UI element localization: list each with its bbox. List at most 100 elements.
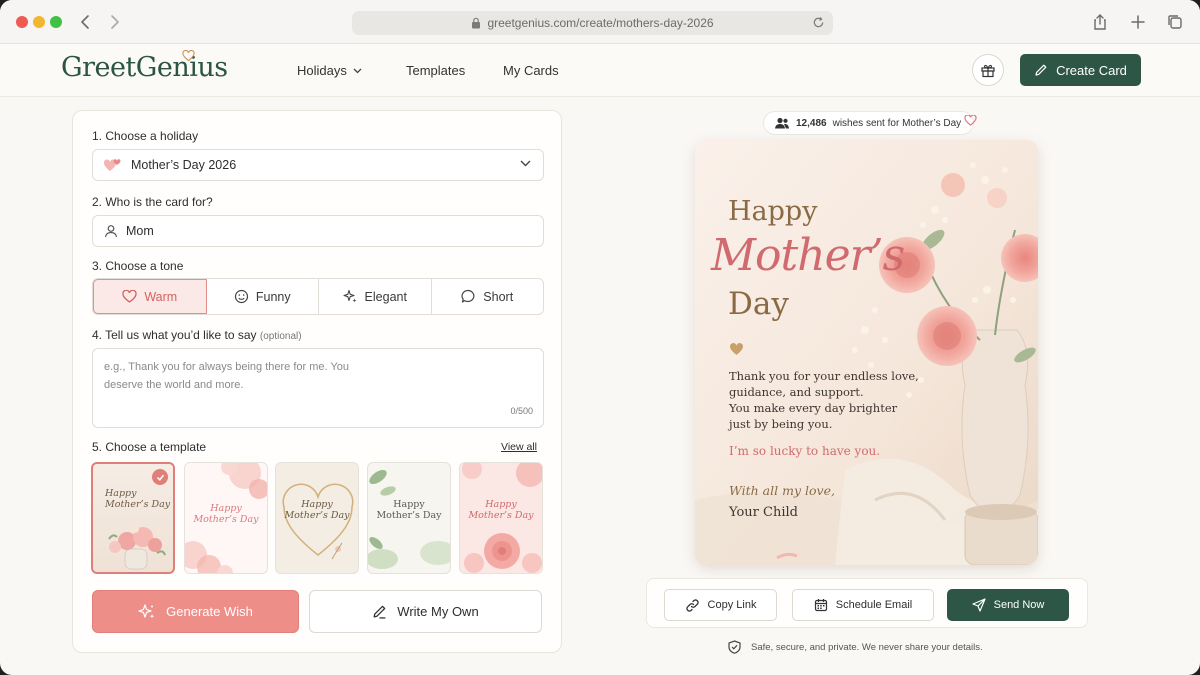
step5-label: 5. Choose a template — [92, 440, 207, 454]
back-arrow-icon[interactable] — [76, 12, 96, 32]
forward-arrow-icon[interactable] — [104, 12, 124, 32]
message-placeholder-line2: deserve the world and more. — [104, 379, 244, 391]
nav-my-cards-label: My Cards — [503, 63, 559, 78]
template-thumbnail[interactable]: Happy Mother’s Day — [184, 462, 268, 574]
create-card-button[interactable]: Create Card — [1020, 54, 1141, 86]
card-closing: With all my love, — [729, 483, 835, 498]
tone-short-button[interactable]: Short — [432, 279, 544, 314]
chevron-down-icon — [520, 160, 531, 167]
tone-elegant-label: Elegant — [364, 289, 407, 304]
send-now-button[interactable]: Send Now — [947, 589, 1069, 621]
generate-wish-button[interactable]: Generate Wish — [92, 590, 299, 633]
card-message-line4: just by being you. — [729, 417, 833, 431]
shield-check-icon — [728, 640, 741, 654]
generate-wish-label: Generate Wish — [166, 604, 253, 619]
template-thumbnail[interactable]: Happy Mother’s Day — [275, 462, 359, 574]
share-actions-bar: Copy Link Schedule Email Send Now — [646, 578, 1088, 628]
pencil-icon — [373, 605, 386, 619]
step4-label-text: 4. Tell us what you’d like to say — [92, 328, 257, 342]
gold-heart-icon — [730, 343, 743, 355]
card-message: Thank you for your endless love, guidanc… — [729, 368, 919, 432]
template-line1: Happy — [393, 499, 425, 510]
people-icon — [775, 117, 789, 129]
char-counter: 0/500 — [510, 406, 533, 416]
nav-templates[interactable]: Templates — [406, 63, 465, 78]
view-all-templates-link[interactable]: View all — [501, 441, 537, 453]
selected-check-icon — [152, 469, 168, 485]
step2-label: 2. Who is the card for? — [92, 195, 213, 209]
card-title-day: Day — [728, 286, 789, 322]
template-line2: Mother’s Day — [105, 499, 171, 510]
template-line1: Happy — [105, 488, 137, 499]
recipient-input[interactable]: Mom — [92, 215, 544, 247]
link-icon — [685, 598, 699, 612]
template-gallery: Happy Mother’s Day Happy Mother’s Day Ha… — [91, 462, 544, 574]
create-card-label: Create Card — [1056, 62, 1127, 78]
wishes-count: 12,486 — [796, 117, 827, 129]
write-my-own-button[interactable]: Write My Own — [309, 590, 542, 633]
chat-bubble-icon — [461, 289, 475, 303]
logo[interactable]: GreetGenius — [61, 52, 228, 83]
tone-funny-button[interactable]: Funny — [207, 279, 319, 314]
nav-my-cards[interactable]: My Cards — [503, 63, 559, 78]
tone-selector: Warm Funny Elegant Short — [92, 278, 544, 315]
write-my-own-label: Write My Own — [397, 604, 479, 619]
wishes-text: wishes sent for Mother’s Day — [832, 117, 962, 129]
logo-text-greet: Greet — [61, 52, 136, 83]
schedule-email-button[interactable]: Schedule Email — [792, 589, 934, 621]
holiday-select[interactable]: Mother’s Day 2026 — [92, 149, 544, 181]
hearts-icon — [103, 159, 121, 171]
privacy-note-text: Safe, secure, and private. We never shar… — [751, 641, 983, 653]
close-window-button[interactable] — [16, 16, 28, 28]
step1-label: 1. Choose a holiday — [92, 129, 199, 143]
gift-button[interactable] — [972, 54, 1004, 86]
gift-icon — [981, 64, 995, 78]
address-bar[interactable]: greetgenius.com/create/mothers-day-2026 — [352, 11, 833, 35]
url-text: greetgenius.com/create/mothers-day-2026 — [487, 16, 714, 30]
minimize-window-button[interactable] — [33, 16, 45, 28]
step4-label: 4. Tell us what you’d like to say (optio… — [92, 328, 302, 342]
message-textarea[interactable]: e.g., Thank you for always being there f… — [92, 348, 544, 428]
browser-window: greetgenius.com/create/mothers-day-2026 … — [0, 0, 1200, 675]
lock-icon — [472, 17, 481, 29]
copy-link-label: Copy Link — [707, 599, 757, 611]
copy-link-button[interactable]: Copy Link — [664, 589, 777, 621]
send-now-label: Send Now — [993, 599, 1045, 611]
nav-templates-label: Templates — [406, 63, 466, 78]
nav-holidays-label: Holidays — [297, 63, 347, 78]
privacy-note: Safe, secure, and private. We never shar… — [728, 640, 983, 654]
nav-holidays[interactable]: Holidays — [297, 63, 362, 78]
app-header: GreetGenius Holidays Templates My Cards … — [0, 44, 1200, 97]
reload-icon[interactable] — [812, 16, 825, 29]
card-title-happy: Happy — [728, 196, 818, 227]
wishes-counter-badge: 12,486 wishes sent for Mother’s Day — [763, 111, 975, 135]
new-tab-icon[interactable] — [1129, 13, 1147, 31]
recipient-input-value: Mom — [126, 224, 154, 238]
card-builder-form: 1. Choose a holiday Mother’s Day 2026 2.… — [72, 110, 562, 653]
tone-warm-button[interactable]: Warm — [93, 279, 207, 314]
calendar-icon — [814, 599, 827, 612]
browser-toolbar: greetgenius.com/create/mothers-day-2026 — [0, 0, 1200, 44]
maximize-window-button[interactable] — [50, 16, 62, 28]
template-line1: Happy — [301, 499, 333, 510]
template-line2: Mother’s Day — [376, 510, 442, 521]
card-signature: Your Child — [729, 505, 798, 520]
share-icon[interactable] — [1091, 13, 1109, 31]
logo-heart-icon — [182, 50, 195, 62]
template-thumbnail[interactable]: Happy Mother’s Day — [459, 462, 543, 574]
holiday-select-value: Mother’s Day 2026 — [131, 158, 237, 172]
card-title-mothers: Mother’s — [711, 230, 905, 281]
template-thumbnail[interactable]: Happy Mother’s Day — [91, 462, 175, 574]
template-thumbnail[interactable]: Happy Mother’s Day — [367, 462, 451, 574]
template-line2: Mother’s Day — [284, 510, 350, 521]
tone-elegant-button[interactable]: Elegant — [319, 279, 432, 314]
send-icon — [972, 598, 986, 612]
optional-tag: (optional) — [259, 331, 302, 342]
pencil-icon — [1035, 64, 1047, 76]
tone-short-label: Short — [483, 289, 514, 304]
sparkle-icon — [138, 603, 155, 618]
card-message-line3: You make every day brighter — [729, 401, 898, 415]
step3-label: 3. Choose a tone — [92, 259, 184, 273]
heart-icon — [964, 115, 977, 126]
tabs-overview-icon[interactable] — [1166, 13, 1184, 31]
